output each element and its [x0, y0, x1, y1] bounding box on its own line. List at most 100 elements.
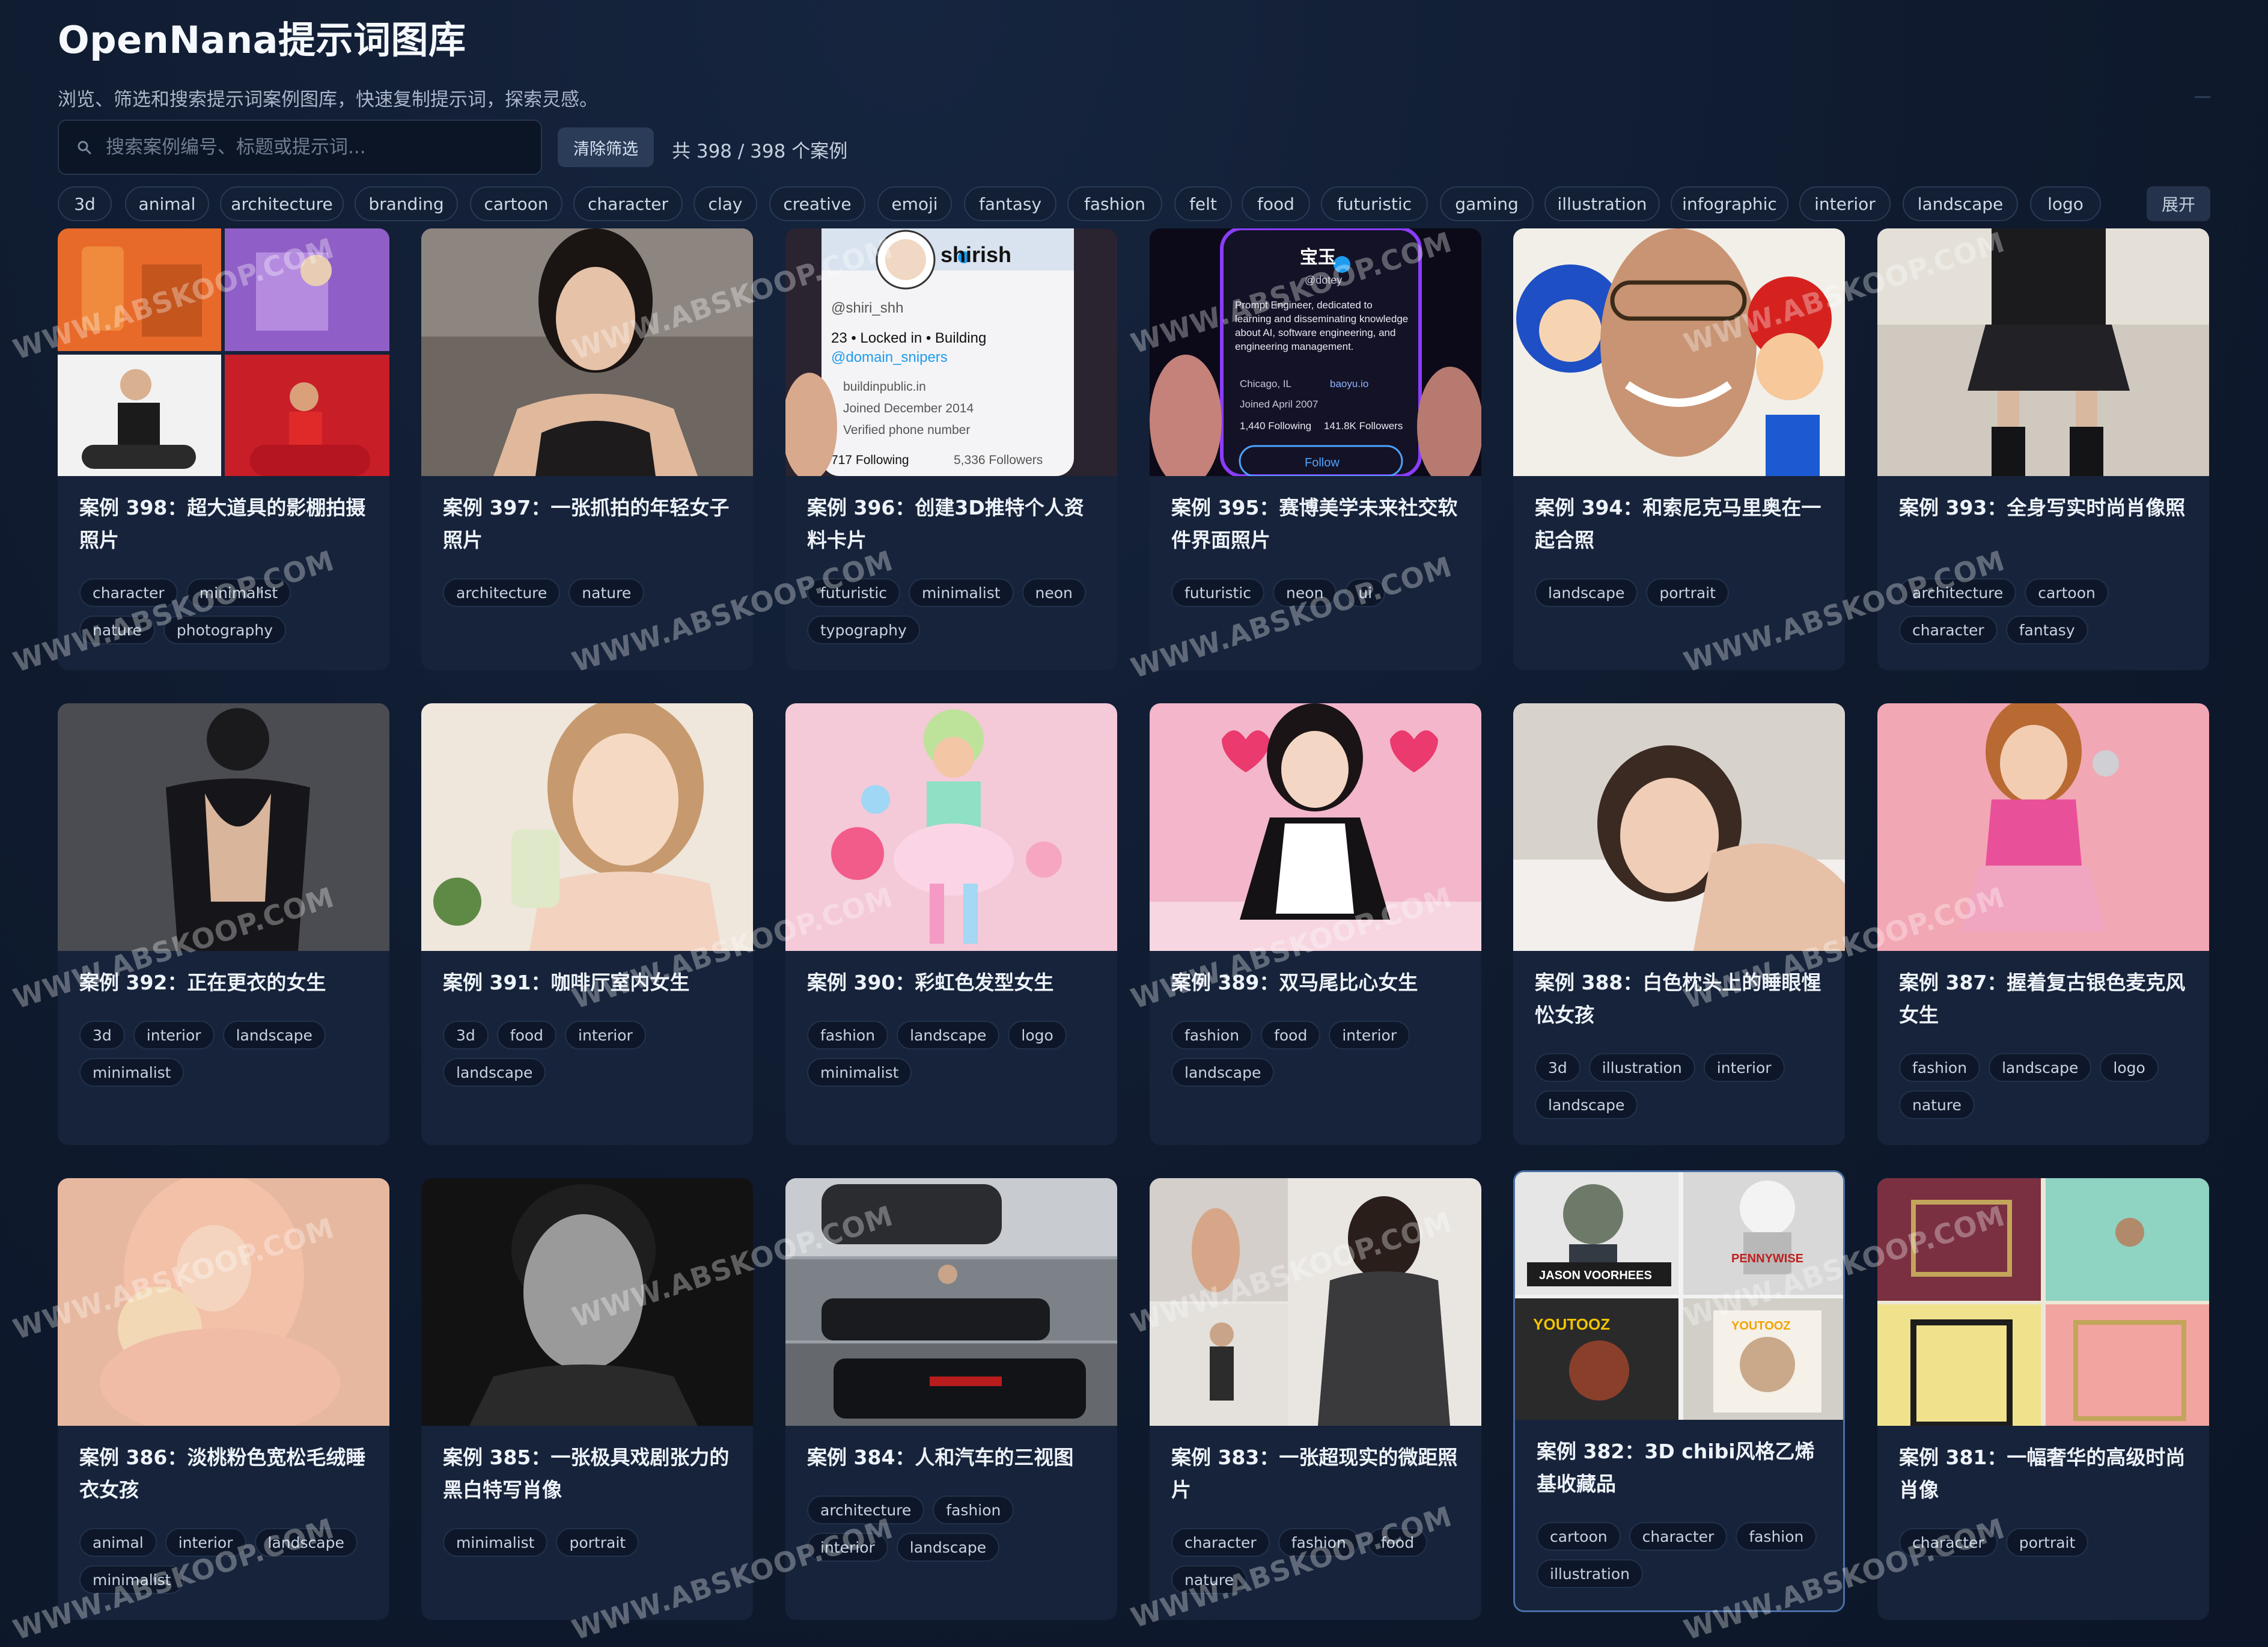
card-tag[interactable]: character — [1629, 1522, 1728, 1551]
card-tag[interactable]: interior — [565, 1021, 646, 1050]
card-tag[interactable]: 3d — [443, 1021, 489, 1050]
tag-filter-futuristic[interactable]: futuristic — [1321, 186, 1428, 221]
card-tag[interactable]: landscape — [1535, 578, 1638, 607]
tag-filter-branding[interactable]: branding — [355, 186, 458, 221]
card-tag[interactable]: neon — [1022, 578, 1086, 607]
card-tag[interactable]: landscape — [897, 1021, 1000, 1050]
tag-filter-illustration[interactable]: illustration — [1544, 186, 1660, 221]
card-tag[interactable]: fashion — [1278, 1528, 1359, 1557]
tag-filter-infographic[interactable]: infographic — [1671, 186, 1788, 221]
card-tag[interactable]: nature — [1171, 1565, 1247, 1594]
card-tag[interactable]: nature — [79, 616, 155, 644]
card-tag[interactable]: character — [79, 578, 178, 607]
card-tag[interactable]: fashion — [933, 1496, 1014, 1524]
tag-filter-animal[interactable]: animal — [125, 186, 209, 221]
card-tag[interactable]: cartoon — [2025, 578, 2109, 607]
case-card[interactable]: 案例 398：超大道具的影棚拍摄照片 character minimalist … — [58, 228, 389, 670]
card-tag[interactable]: fashion — [1171, 1021, 1253, 1050]
card-tag[interactable]: architecture — [1899, 578, 2017, 607]
tag-filter-fashion[interactable]: fashion — [1067, 186, 1162, 221]
case-card[interactable]: 案例 387：握着复古银色麦克风女生 fashion landscape log… — [1877, 703, 2209, 1145]
tag-filter-emoji[interactable]: emoji — [877, 186, 952, 221]
card-tag[interactable]: minimalist — [909, 578, 1014, 607]
tag-filter-fantasy[interactable]: fantasy — [964, 186, 1056, 221]
card-tag[interactable]: nature — [569, 578, 645, 607]
card-tag[interactable]: landscape — [896, 1533, 1000, 1562]
card-tag[interactable]: minimalist — [443, 1528, 548, 1557]
card-tag[interactable]: interior — [1329, 1021, 1410, 1050]
card-tag[interactable]: architecture — [807, 1496, 925, 1524]
tag-filter-logo[interactable]: logo — [2030, 186, 2101, 221]
card-tag[interactable]: ui — [1345, 578, 1386, 607]
tag-filter-food[interactable]: food — [1242, 186, 1310, 221]
case-card[interactable]: 案例 397：一张抓拍的年轻女子照片 architecture nature — [421, 228, 753, 670]
case-card[interactable]: 案例 392：正在更衣的女生 3d interior landscape min… — [58, 703, 389, 1145]
card-tag[interactable]: character — [1899, 1528, 1998, 1557]
card-tag[interactable]: minimalist — [79, 1565, 184, 1594]
tag-filter-cartoon[interactable]: cartoon — [470, 186, 562, 221]
card-tag[interactable]: portrait — [2005, 1528, 2089, 1557]
card-tag[interactable]: character — [1171, 1528, 1270, 1557]
card-tag[interactable]: interior — [807, 1533, 888, 1562]
card-tag[interactable]: illustration — [1537, 1559, 1643, 1588]
card-tag[interactable]: interior — [165, 1528, 246, 1557]
card-tag[interactable]: cartoon — [1537, 1522, 1621, 1551]
tag-filter-architecture[interactable]: architecture — [220, 186, 344, 221]
case-card[interactable]: 案例 394：和索尼克马里奥在一起合照 landscape portrait — [1513, 228, 1845, 670]
card-tag[interactable]: landscape — [222, 1021, 326, 1050]
card-tag[interactable]: character — [1899, 616, 1998, 644]
case-card[interactable]: 案例 386：淡桃粉色宽松毛绒睡衣女孩 animal interior land… — [58, 1178, 389, 1620]
case-card[interactable]: 案例 390：彩虹色发型女生 fashion landscape logo mi… — [785, 703, 1117, 1145]
card-tag[interactable]: landscape — [1989, 1053, 2092, 1082]
case-card[interactable]: 案例 393：全身写实时尚肖像照 architecture cartoon ch… — [1877, 228, 2209, 670]
card-tag[interactable]: logo — [1008, 1021, 1067, 1050]
card-tag[interactable]: interior — [133, 1021, 215, 1050]
card-tag[interactable]: portrait — [1646, 578, 1729, 607]
card-tag[interactable]: landscape — [443, 1058, 546, 1087]
tag-filter-gaming[interactable]: gaming — [1440, 186, 1534, 221]
tag-filter-clay[interactable]: clay — [694, 186, 757, 221]
card-tag[interactable]: typography — [807, 616, 920, 644]
tag-filter-landscape[interactable]: landscape — [1903, 186, 2018, 221]
card-tag[interactable]: landscape — [1535, 1090, 1638, 1119]
card-tag[interactable]: minimalist — [807, 1058, 912, 1087]
expand-tags-button[interactable]: 展开 — [2147, 186, 2210, 221]
case-card[interactable]: 案例 383：一张超现实的微距照片 character fashion food… — [1150, 1178, 1481, 1620]
card-tag[interactable]: landscape — [1171, 1058, 1275, 1087]
tag-filter-interior[interactable]: interior — [1799, 186, 1891, 221]
case-card[interactable]: 案例 381：一幅奢华的高级时尚肖像 character portrait — [1877, 1178, 2209, 1620]
case-card[interactable]: shirish @shiri_shh 23 • Locked in • Buil… — [785, 228, 1117, 670]
case-card[interactable]: 案例 391：咖啡厅室内女生 3d food interior landscap… — [421, 703, 753, 1145]
search-input[interactable] — [106, 129, 541, 165]
card-tag[interactable]: minimalist — [79, 1058, 184, 1087]
card-tag[interactable]: 3d — [79, 1021, 125, 1050]
card-tag[interactable]: neon — [1273, 578, 1337, 607]
card-tag[interactable]: animal — [79, 1528, 157, 1557]
card-tag[interactable]: minimalist — [186, 578, 291, 607]
case-card[interactable]: 案例 384：人和汽车的三视图 architecture fashion int… — [785, 1178, 1117, 1620]
card-tag[interactable]: fashion — [1736, 1522, 1817, 1551]
card-tag[interactable]: photography — [163, 616, 287, 644]
card-tag[interactable]: food — [1261, 1021, 1321, 1050]
card-tag[interactable]: futuristic — [1171, 578, 1265, 607]
tag-filter-felt[interactable]: felt — [1174, 186, 1232, 221]
card-tag[interactable]: fashion — [1899, 1053, 1981, 1082]
search-box[interactable] — [58, 120, 542, 175]
collapse-handle[interactable] — [2195, 96, 2210, 98]
tag-filter-3d[interactable]: 3d — [58, 186, 112, 221]
card-tag[interactable]: architecture — [443, 578, 561, 607]
card-tag[interactable]: portrait — [556, 1528, 639, 1557]
case-card[interactable]: 案例 389：双马尾比心女生 fashion food interior lan… — [1150, 703, 1481, 1145]
card-tag[interactable]: interior — [1703, 1053, 1785, 1082]
card-tag[interactable]: 3d — [1535, 1053, 1581, 1082]
card-tag[interactable]: landscape — [254, 1528, 358, 1557]
card-tag[interactable]: fantasy — [2005, 616, 2088, 644]
case-card[interactable]: 案例 388：白色枕头上的睡眼惺忪女孩 3d illustration inte… — [1513, 703, 1845, 1145]
card-tag[interactable]: logo — [2100, 1053, 2159, 1082]
case-card[interactable]: 宝玉 @dotey Prompt Engineer, dedicated to … — [1150, 228, 1481, 670]
tag-filter-creative[interactable]: creative — [769, 186, 865, 221]
card-tag[interactable]: futuristic — [807, 578, 901, 607]
case-card[interactable]: 案例 385：一张极具戏剧张力的黑白特写肖像 minimalist portra… — [421, 1178, 753, 1620]
card-tag[interactable]: fashion — [807, 1021, 889, 1050]
card-tag[interactable]: nature — [1899, 1090, 1975, 1119]
